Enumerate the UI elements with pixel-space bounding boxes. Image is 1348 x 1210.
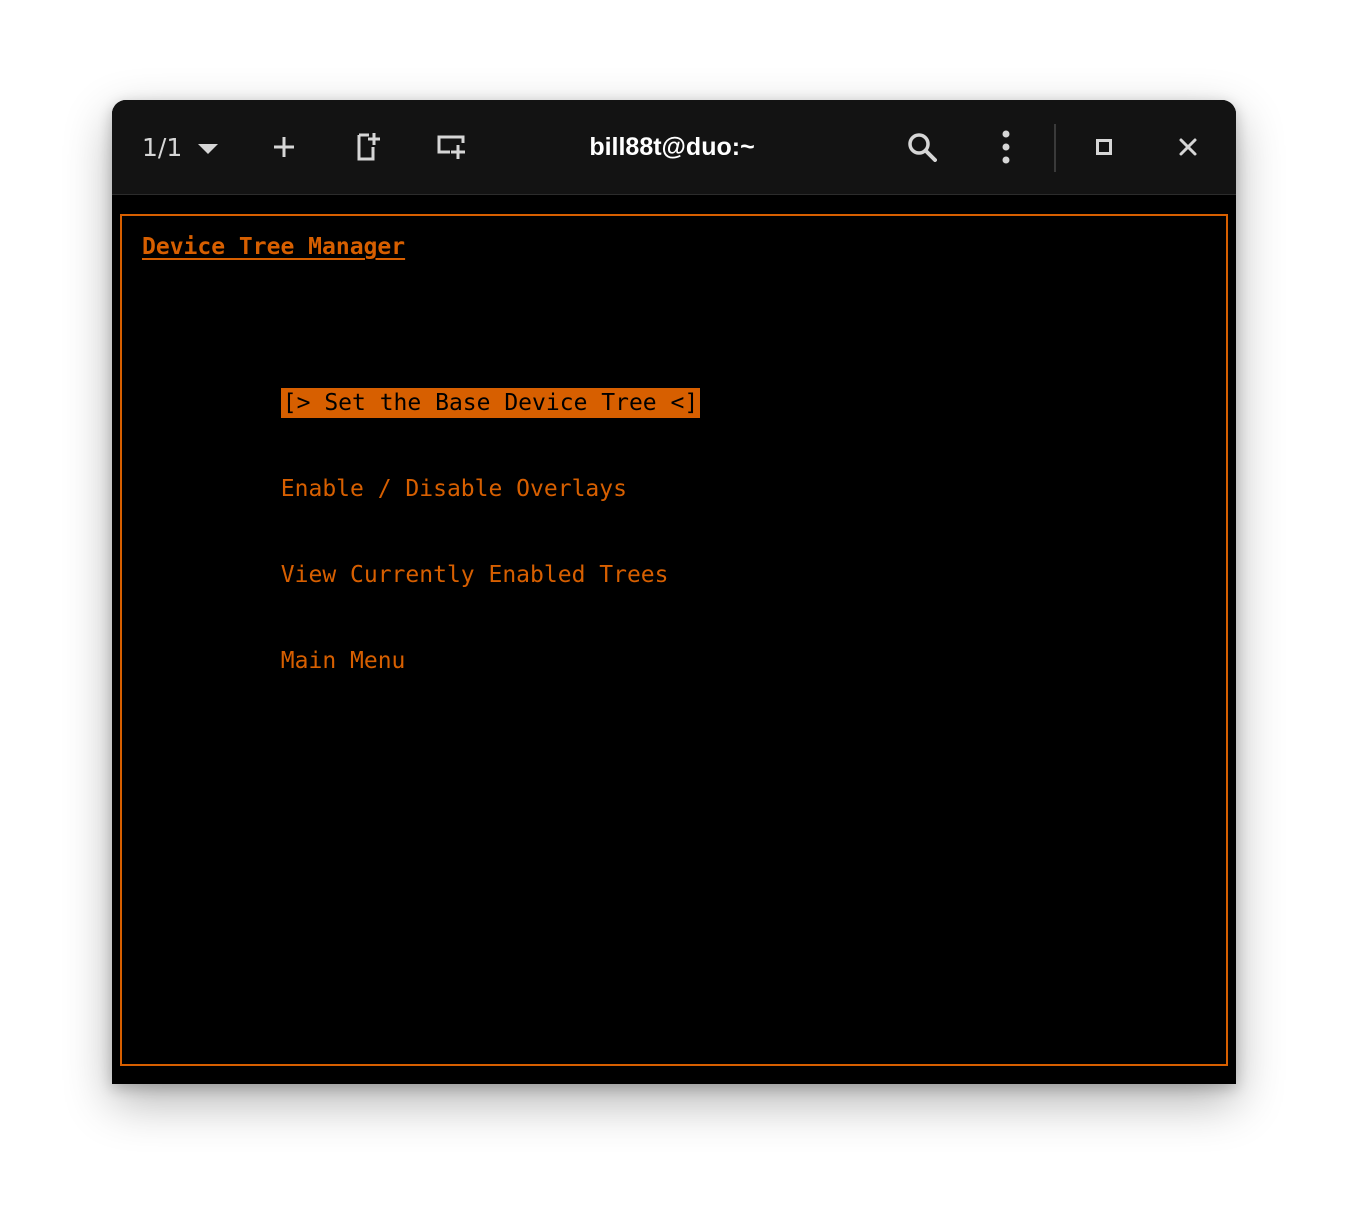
split-terminal-button[interactable] xyxy=(348,127,388,167)
tab-counter-label: 1/1 xyxy=(142,132,183,162)
terminal-window: 1/1 bill88t@duo:~ Device Tree Manager [>… xyxy=(112,100,1236,1084)
menu-button[interactable] xyxy=(986,127,1026,167)
menu-item-label: View Currently Enabled Trees xyxy=(280,562,669,588)
toolbar-divider xyxy=(1054,124,1056,172)
new-window-icon xyxy=(437,135,465,159)
menu-item-set-base-device-tree[interactable]: [> Set the Base Device Tree <] xyxy=(170,352,701,418)
terminal-frame: Device Tree Manager [> Set the Base Devi… xyxy=(120,214,1228,1066)
close-button[interactable] xyxy=(1168,127,1208,167)
search-icon xyxy=(908,133,937,162)
device-tree-menu: [> Set the Base Device Tree <] Enable / … xyxy=(170,300,701,696)
new-tab-button[interactable] xyxy=(264,127,304,167)
maximize-button[interactable] xyxy=(1084,127,1124,167)
new-window-button[interactable] xyxy=(432,127,472,167)
plus-icon xyxy=(274,137,294,157)
maximize-icon xyxy=(1096,139,1112,155)
menu-item-label: Enable / Disable Overlays xyxy=(280,476,627,502)
split-horizontal-icon xyxy=(357,133,380,161)
close-icon xyxy=(1179,138,1197,156)
title-bar: 1/1 bill88t@duo:~ xyxy=(112,100,1236,195)
menu-item-label: [> Set the Base Device Tree <] xyxy=(280,388,701,418)
window-title: bill88t@duo:~ xyxy=(589,133,755,161)
tab-switcher[interactable]: 1/1 xyxy=(142,128,219,166)
page-title: Device Tree Manager xyxy=(142,234,406,260)
menu-item-label: Main Menu xyxy=(280,648,406,674)
search-button[interactable] xyxy=(902,127,942,167)
chevron-down-icon xyxy=(198,143,219,154)
more-vert-icon xyxy=(1002,130,1010,164)
